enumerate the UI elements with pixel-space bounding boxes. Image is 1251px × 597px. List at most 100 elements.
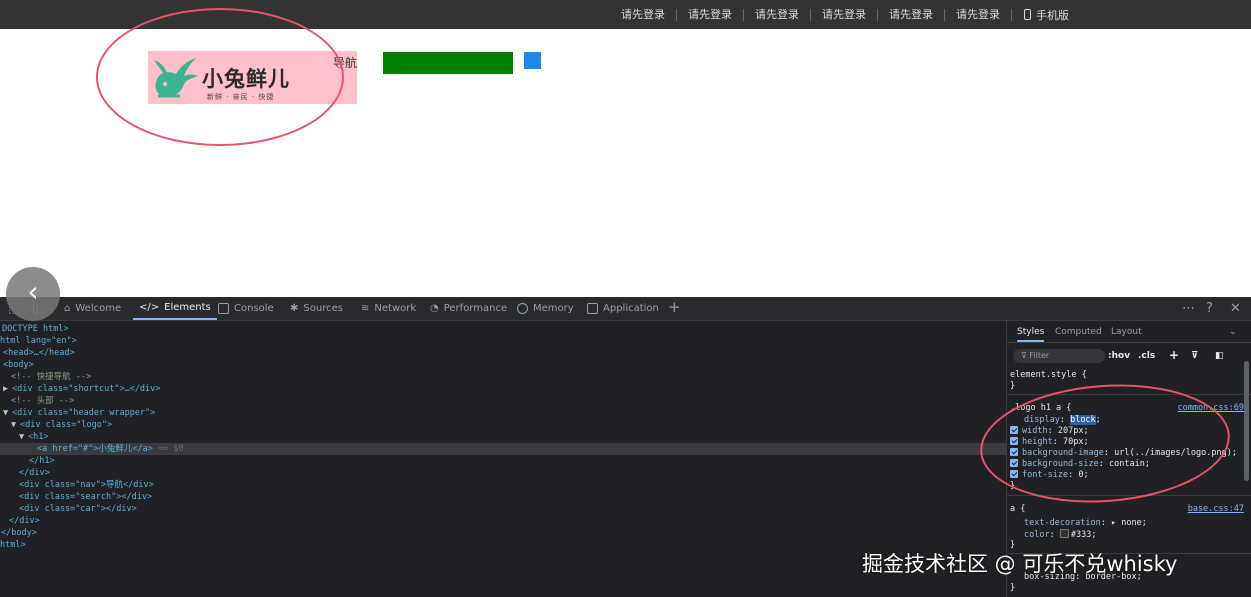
dom-node[interactable]: <!-- 快捷导航 --> bbox=[11, 371, 91, 383]
help-icon[interactable]: ? bbox=[1206, 302, 1213, 315]
dom-node[interactable]: <div class="search"></div> bbox=[19, 491, 152, 503]
new-rule-icon[interactable]: + bbox=[1169, 348, 1179, 362]
memory-icon bbox=[517, 303, 528, 314]
rule-brace: } bbox=[1010, 583, 1016, 593]
rule-brace: } bbox=[1010, 381, 1016, 391]
prop-name: text-decoration bbox=[1024, 518, 1101, 528]
base-css-link[interactable]: base.css:47 bbox=[1188, 504, 1244, 515]
dom-div-header-close: </div> bbox=[9, 516, 40, 526]
dom-node[interactable]: <body> bbox=[3, 359, 34, 371]
login-link-3[interactable]: 请先登录 bbox=[744, 8, 811, 21]
element-style-selector: element.style { bbox=[1010, 370, 1087, 380]
collapse-triangle-icon[interactable]: ▼ bbox=[3, 407, 12, 419]
login-link-6[interactable]: 请先登录 bbox=[945, 8, 1012, 21]
prop-value[interactable]: #333 bbox=[1071, 530, 1091, 540]
devtools-toolbar: ⬚ ▯ ⌂ Welcome </> Elements Console ✱ Sou… bbox=[0, 297, 1251, 321]
styles-scrollbar[interactable] bbox=[1244, 361, 1249, 481]
login-link-1[interactable]: 请先登录 bbox=[610, 8, 677, 21]
console-icon bbox=[218, 303, 229, 314]
tab-network[interactable]: ≋ Network bbox=[361, 297, 416, 320]
tab-layout[interactable]: Layout bbox=[1111, 327, 1142, 337]
dom-node[interactable]: </body> bbox=[1, 527, 37, 539]
tab-network-label: Network bbox=[374, 303, 417, 314]
dom-a-logo: <a href="#">小兔鲜儿</a> bbox=[37, 444, 153, 454]
tab-console[interactable]: Console bbox=[218, 297, 274, 320]
dom-html-close: html> bbox=[0, 540, 26, 550]
close-icon[interactable]: ✕ bbox=[1230, 302, 1241, 315]
login-link-2[interactable]: 请先登录 bbox=[677, 8, 744, 21]
dom-node-selected[interactable]: <a href="#">小兔鲜儿</a> == $0 bbox=[0, 443, 1006, 455]
annotation-circle-logo bbox=[96, 8, 344, 146]
shortcut-links: 请先登录 请先登录 请先登录 请先登录 请先登录 请先登录 手机版 bbox=[610, 0, 1069, 29]
dom-node[interactable]: </div> bbox=[9, 515, 40, 527]
tab-welcome[interactable]: ⌂ Welcome bbox=[64, 297, 121, 320]
expand-triangle-icon[interactable]: ▶ bbox=[3, 383, 12, 395]
dom-node[interactable]: <!-- 头部 --> bbox=[11, 395, 74, 407]
rule-close: } bbox=[1010, 583, 1250, 594]
login-link-5[interactable]: 请先登录 bbox=[878, 8, 945, 21]
dom-node[interactable]: html lang="en"> bbox=[0, 335, 77, 347]
collapse-triangle-icon[interactable]: ▼ bbox=[11, 419, 20, 431]
dom-head: <head>…</head> bbox=[3, 348, 75, 358]
dom-h1-close: </h1> bbox=[29, 456, 55, 466]
prop-text-decoration[interactable]: text-decoration: ▸ none; bbox=[1024, 518, 1251, 529]
chevron-down-icon[interactable]: ⌄ bbox=[1229, 327, 1237, 337]
prop-color[interactable]: color: #333; bbox=[1024, 529, 1251, 540]
dom-node[interactable]: <div class="nav">导航</div> bbox=[19, 479, 154, 491]
tab-application[interactable]: Application bbox=[587, 297, 659, 320]
tab-memory[interactable]: Memory bbox=[517, 297, 574, 320]
dom-node[interactable]: DOCTYPE html> bbox=[2, 323, 69, 335]
dom-node[interactable]: <div class="car"></div> bbox=[19, 503, 137, 515]
dom-node[interactable]: ▶ <div class="shortcut">…</div> bbox=[3, 383, 160, 395]
search-box[interactable] bbox=[383, 52, 513, 74]
tab-performance-label: Performance bbox=[443, 303, 508, 314]
dom-body-open: <body> bbox=[3, 360, 34, 370]
login-link-4[interactable]: 请先登录 bbox=[811, 8, 878, 21]
rule-element-style[interactable]: element.style { bbox=[1010, 370, 1250, 381]
tab-memory-label: Memory bbox=[533, 303, 574, 314]
cart-box[interactable] bbox=[524, 52, 541, 69]
dom-node[interactable]: </h1> bbox=[29, 455, 55, 467]
dom-selected-marker: == $0 bbox=[158, 444, 184, 454]
paint-icon[interactable]: ⊽ bbox=[1191, 351, 1198, 361]
tab-application-label: Application bbox=[603, 303, 659, 314]
dom-node[interactable]: </div> bbox=[19, 467, 50, 479]
dom-node[interactable]: html> bbox=[0, 539, 26, 551]
tab-elements-label: Elements bbox=[164, 302, 211, 313]
rule-a-selector[interactable]: a { base.css:47 bbox=[1010, 504, 1250, 515]
prop-value[interactable]: none bbox=[1121, 518, 1141, 528]
dom-html-open: html lang="en"> bbox=[0, 336, 77, 346]
hov-button[interactable]: :hov bbox=[1108, 351, 1130, 361]
add-tab-icon[interactable]: + bbox=[668, 300, 681, 315]
tab-elements[interactable]: </> Elements bbox=[133, 297, 217, 320]
dom-doctype: DOCTYPE html> bbox=[2, 324, 69, 334]
expand-triangle-icon[interactable]: ▸ bbox=[1111, 518, 1116, 528]
dom-node[interactable]: ▼ <h1> bbox=[19, 431, 48, 443]
dom-comment-header: <!-- 头部 --> bbox=[11, 396, 75, 406]
mobile-version-label: 手机版 bbox=[1036, 8, 1069, 22]
dom-body-close: </body> bbox=[1, 528, 37, 538]
dom-div-search: <div class="search"></div> bbox=[19, 492, 153, 502]
dom-node[interactable]: <head>…</head> bbox=[3, 347, 75, 359]
tab-styles[interactable]: Styles bbox=[1017, 327, 1045, 342]
back-button[interactable]: ‹ bbox=[6, 267, 60, 321]
more-options-icon[interactable]: ⋯ bbox=[1182, 302, 1195, 315]
styles-filter-input[interactable]: ⊽ Filter bbox=[1013, 349, 1105, 363]
collapse-triangle-icon[interactable]: ▼ bbox=[19, 431, 28, 443]
dom-node[interactable]: ▼ <div class="logo"> bbox=[11, 419, 112, 431]
dom-node[interactable]: ▼ <div class="header wrapper"> bbox=[3, 407, 155, 419]
sidebar-toggle-icon[interactable]: ◧ bbox=[1215, 351, 1224, 361]
dom-h1-open: <h1> bbox=[28, 432, 49, 442]
a-selector: a { bbox=[1010, 504, 1026, 514]
tab-sources[interactable]: ✱ Sources bbox=[290, 297, 343, 320]
tab-performance[interactable]: ◔ Performance bbox=[430, 297, 507, 320]
watermark: 掘金技术社区 @ 可乐不兑whisky bbox=[862, 552, 1178, 576]
tab-computed[interactable]: Computed bbox=[1055, 327, 1102, 337]
color-swatch-icon[interactable] bbox=[1059, 529, 1069, 538]
phone-icon bbox=[1024, 9, 1031, 20]
cls-button[interactable]: .cls bbox=[1138, 351, 1155, 361]
styles-tabs: Styles Computed Layout ⌄ bbox=[1007, 321, 1251, 343]
dom-comment-shortcut: <!-- 快捷导航 --> bbox=[11, 372, 92, 382]
mobile-version-link[interactable]: 手机版 bbox=[1012, 7, 1069, 23]
tab-sources-label: Sources bbox=[303, 303, 343, 314]
